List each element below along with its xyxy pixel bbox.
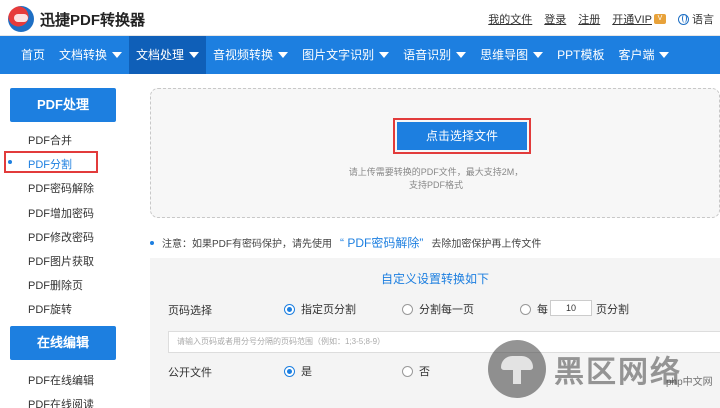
nav-av-convert[interactable]: 音视频转换	[206, 36, 295, 74]
highlight-box	[393, 118, 531, 154]
highlight-box	[4, 151, 98, 173]
sidebar-item-pdf-merge[interactable]: PDF合并	[28, 132, 72, 148]
nav-client[interactable]: 客户端	[611, 36, 676, 74]
public-file-label: 公开文件	[168, 367, 212, 379]
settings-title: 自定义设置转换如下	[380, 272, 489, 286]
radio-unchecked-icon	[520, 303, 531, 315]
notice-prefix: 注意：如果PDF有密码保护，请先使用	[162, 239, 332, 250]
notice-suffix: 去除加密保护再上传文件	[431, 239, 542, 250]
login-link[interactable]: 登录	[544, 11, 566, 27]
radio-unchecked-icon	[402, 365, 413, 377]
watermark-subtext: php中文网	[666, 377, 713, 388]
page-select-label: 页码选择	[168, 305, 212, 317]
chevron-down-icon	[189, 52, 200, 58]
sidebar-item-pdf-change-password[interactable]: PDF修改密码	[28, 229, 94, 245]
top-header: 迅捷PDF转换器 我的文件 登录 注册 开通VIP V 语言	[0, 0, 720, 36]
vip-link[interactable]: 开通VIP	[612, 11, 652, 27]
sidebar-section-online-edit: 在线编辑	[10, 326, 116, 360]
pdf-unlock-link[interactable]: “ PDF密码解除”	[340, 234, 423, 251]
nav-speech[interactable]: 语音识别	[396, 36, 473, 74]
upload-tip-line1: 请上传需要转换的PDF文件，最大支持2M，	[348, 167, 524, 177]
radio-split-every-n[interactable]: 每	[520, 301, 548, 317]
radio-unchecked-icon	[402, 303, 413, 315]
sidebar-item-pdf-online-read[interactable]: PDF在线阅读	[28, 396, 94, 408]
sidebar-section-pdf: PDF处理	[10, 88, 116, 122]
main-nav: 首页 文档转换 文档处理 音视频转换 图片文字识别 语音识别 思维导图 PPT模…	[0, 36, 720, 74]
logo-text: 迅捷PDF转换器	[40, 11, 146, 29]
globe-icon	[678, 13, 689, 25]
every-n-pages-input[interactable]: 10	[550, 300, 592, 316]
sidebar-item-pdf-delete-pages[interactable]: PDF删除页	[28, 277, 83, 293]
nav-ppt[interactable]: PPT模板	[550, 36, 611, 74]
bullet-icon	[150, 240, 154, 245]
sidebar-item-pdf-unlock[interactable]: PDF密码解除	[28, 180, 94, 196]
nav-doc-convert[interactable]: 文档转换	[52, 36, 129, 74]
chevron-down-icon	[456, 52, 467, 58]
radio-split-every-page[interactable]: 分割每一页	[402, 301, 474, 317]
top-links: 我的文件 登录 注册 开通VIP V 语言	[488, 11, 714, 27]
nav-ocr[interactable]: 图片文字识别	[295, 36, 396, 74]
upload-dropzone[interactable]: 点击选择文件 请上传需要转换的PDF文件，最大支持2M， 支持PDF格式	[150, 88, 720, 218]
language-switch[interactable]: 语言	[678, 11, 714, 27]
radio-specified-pages[interactable]: 指定页分割	[284, 301, 356, 317]
sidebar-item-pdf-extract-images[interactable]: PDF图片获取	[28, 253, 94, 269]
chevron-down-icon	[533, 52, 544, 58]
chevron-down-icon	[112, 52, 123, 58]
radio-public-yes[interactable]: 是	[284, 363, 312, 379]
language-label: 语言	[692, 14, 714, 26]
nav-doc-process[interactable]: 文档处理	[129, 36, 207, 74]
sidebar-item-pdf-online-edit[interactable]: PDF在线编辑	[28, 372, 94, 388]
chevron-down-icon	[379, 52, 390, 58]
chevron-down-icon	[659, 52, 670, 58]
vip-badge-icon: V	[654, 14, 666, 24]
logo[interactable]: 迅捷PDF转换器	[8, 6, 145, 32]
watermark: 黑区网络 php中文网	[488, 340, 713, 398]
logo-icon	[8, 6, 34, 32]
radio-public-no[interactable]: 否	[402, 363, 430, 379]
every-n-suffix: 页分割	[596, 304, 629, 316]
radio-checked-icon	[284, 365, 295, 377]
watermark-logo-icon	[488, 340, 546, 398]
register-link[interactable]: 注册	[578, 11, 600, 27]
nav-home[interactable]: 首页	[14, 36, 52, 74]
sidebar-item-pdf-rotate[interactable]: PDF旋转	[28, 301, 72, 317]
radio-checked-icon	[284, 303, 295, 315]
my-files-link[interactable]: 我的文件	[488, 11, 532, 27]
sidebar: PDF处理 PDF合并 PDF分割 PDF密码解除 PDF增加密码 PDF修改密…	[0, 74, 132, 408]
notice: 注意：如果PDF有密码保护，请先使用 “ PDF密码解除” 去除加密保护再上传文…	[150, 234, 541, 251]
chevron-down-icon	[278, 52, 289, 58]
upload-tip-line2: 支持PDF格式	[408, 180, 463, 190]
sidebar-item-pdf-add-password[interactable]: PDF增加密码	[28, 205, 94, 221]
nav-mindmap[interactable]: 思维导图	[473, 36, 550, 74]
watermark-text: 黑区网络	[554, 356, 682, 389]
